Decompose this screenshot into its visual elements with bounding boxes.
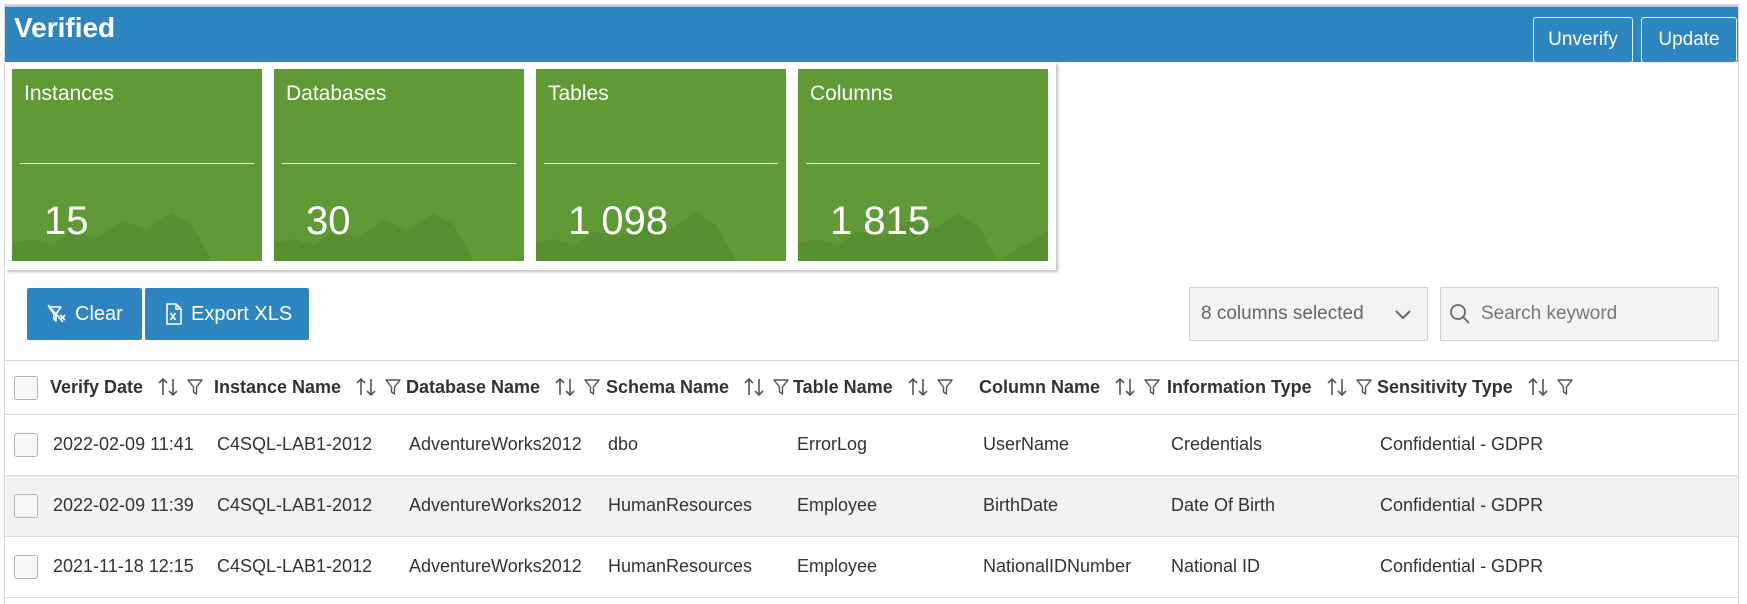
sort-icon[interactable] (1527, 376, 1549, 398)
card-value: 1 098 (568, 199, 669, 243)
sort-icon[interactable] (1326, 376, 1348, 398)
row-checkbox[interactable] (14, 433, 38, 457)
table-row[interactable]: 2022-02-09 11:41 C4SQL-LAB1-2012 Adventu… (5, 415, 1738, 476)
cell-column-name: BirthDate (983, 495, 1059, 515)
update-button[interactable]: Update (1641, 17, 1737, 63)
export-label: Export XLS (191, 302, 293, 325)
unverify-button[interactable]: Unverify (1533, 17, 1633, 63)
card-databases: Databases 30 (274, 69, 524, 261)
card-tables: Tables 1 098 (536, 69, 786, 261)
col-header-sensitivity-type[interactable]: Sensitivity Type (1377, 376, 1573, 398)
cell-sensitivity-type: Confidential - GDPR (1380, 495, 1544, 515)
filter-icon[interactable] (1355, 378, 1372, 396)
col-header-verify-date[interactable]: Verify Date (50, 376, 203, 398)
cell-schema-name: dbo (608, 434, 639, 454)
row-checkbox[interactable] (14, 494, 38, 518)
search-box (1440, 287, 1719, 341)
sort-icon[interactable] (355, 376, 377, 398)
sort-icon[interactable] (157, 376, 179, 398)
col-header-label: Sensitivity Type (1377, 376, 1513, 397)
filter-icon[interactable] (1144, 378, 1160, 396)
filter-icon[interactable] (1557, 378, 1573, 396)
card-value: 1 815 (830, 199, 931, 243)
cell-table-name: Employee (797, 495, 878, 515)
col-header-column-name[interactable]: Column Name (979, 376, 1160, 398)
col-header-information-type[interactable]: Information Type (1167, 376, 1372, 398)
cell-column-name: UserName (983, 434, 1070, 454)
card-divider (806, 163, 1040, 164)
cell-instance-name: C4SQL-LAB1-2012 (217, 434, 373, 454)
sort-icon[interactable] (554, 376, 576, 398)
columns-select[interactable]: 8 columns selected (1189, 287, 1428, 341)
cell-sensitivity-type: Confidential - GDPR (1380, 434, 1544, 454)
col-header-schema-name[interactable]: Schema Name (606, 376, 789, 398)
filter-icon[interactable] (937, 378, 953, 396)
filter-icon[interactable] (773, 378, 789, 396)
sort-icon[interactable] (907, 376, 929, 398)
col-header-label: Table Name (793, 376, 893, 397)
search-icon (1450, 304, 1470, 324)
card-divider (282, 163, 516, 164)
cell-column-name: NationalIDNumber (983, 556, 1132, 576)
col-header-label: Verify Date (50, 376, 144, 397)
sort-icon[interactable] (743, 376, 765, 398)
filter-clear-icon (47, 304, 66, 323)
cell-instance-name: C4SQL-LAB1-2012 (217, 556, 373, 576)
filter-icon[interactable] (584, 378, 600, 396)
cell-database-name: AdventureWorks2012 (409, 434, 582, 454)
search-input[interactable] (1481, 303, 1701, 325)
table-header: Verify Date Instance Name Database Name … (5, 360, 1738, 415)
col-header-label: Schema Name (606, 376, 730, 397)
card-label: Columns (810, 82, 893, 105)
cell-database-name: AdventureWorks2012 (409, 556, 582, 576)
card-label: Tables (548, 82, 609, 105)
table-row[interactable]: 2021-11-18 12:15 C4SQL-LAB1-2012 Adventu… (5, 537, 1738, 598)
col-header-label: Database Name (406, 376, 541, 397)
cell-schema-name: HumanResources (608, 556, 753, 576)
col-header-table-name[interactable]: Table Name (793, 376, 953, 398)
sort-icon[interactable] (1114, 376, 1136, 398)
clear-filters-button[interactable]: Clear (27, 288, 142, 340)
card-value: 15 (44, 199, 89, 243)
col-header-label: Information Type (1167, 376, 1312, 397)
cell-sensitivity-type: Confidential - GDPR (1380, 556, 1544, 576)
export-xls-button[interactable]: Export XLS (145, 288, 309, 340)
card-columns: Columns 1 815 (798, 69, 1048, 261)
cell-verify-date: 2021-11-18 12:15 (53, 556, 194, 576)
cell-information-type: Date Of Birth (1171, 495, 1276, 515)
card-divider (544, 163, 778, 164)
cell-verify-date: 2022-02-09 11:39 (53, 495, 194, 515)
row-checkbox[interactable] (14, 555, 38, 579)
card-instances: Instances 15 (12, 69, 262, 261)
filter-icon[interactable] (187, 378, 203, 396)
card-divider (20, 163, 254, 164)
cell-information-type: Credentials (1171, 434, 1263, 454)
cell-table-name: Employee (797, 556, 878, 576)
card-label: Databases (286, 82, 387, 105)
col-header-label: Instance Name (214, 376, 342, 397)
cell-database-name: AdventureWorks2012 (409, 495, 582, 515)
cell-instance-name: C4SQL-LAB1-2012 (217, 495, 373, 515)
col-header-database-name[interactable]: Database Name (406, 376, 600, 398)
col-header-label: Column Name (979, 376, 1101, 397)
select-all-checkbox[interactable] (14, 376, 38, 400)
cell-verify-date: 2022-02-09 11:41 (53, 434, 194, 454)
clear-label: Clear (75, 302, 123, 325)
columns-select-value: 8 columns selected (1201, 303, 1364, 324)
verified-panel: Verified Unverify Update Instances 15 Da… (4, 4, 1739, 604)
cell-information-type: National ID (1171, 556, 1261, 576)
cell-schema-name: HumanResources (608, 495, 753, 515)
chevron-down-icon (1395, 310, 1411, 320)
page-title: Verified (14, 12, 116, 43)
filter-icon[interactable] (385, 378, 401, 396)
card-label: Instances (24, 82, 114, 105)
card-value: 30 (306, 199, 351, 243)
cell-table-name: ErrorLog (797, 434, 868, 454)
table-row[interactable]: 2022-02-09 11:39 C4SQL-LAB1-2012 Adventu… (5, 476, 1738, 537)
excel-file-icon (166, 303, 182, 325)
header-bar: Verified Unverify Update (5, 5, 1738, 63)
summary-cards: Instances 15 Databases 30 Tables 1 098 C… (5, 62, 1056, 270)
verified-table: Verify Date Instance Name Database Name … (5, 360, 1738, 598)
col-header-instance-name[interactable]: Instance Name (214, 376, 401, 398)
